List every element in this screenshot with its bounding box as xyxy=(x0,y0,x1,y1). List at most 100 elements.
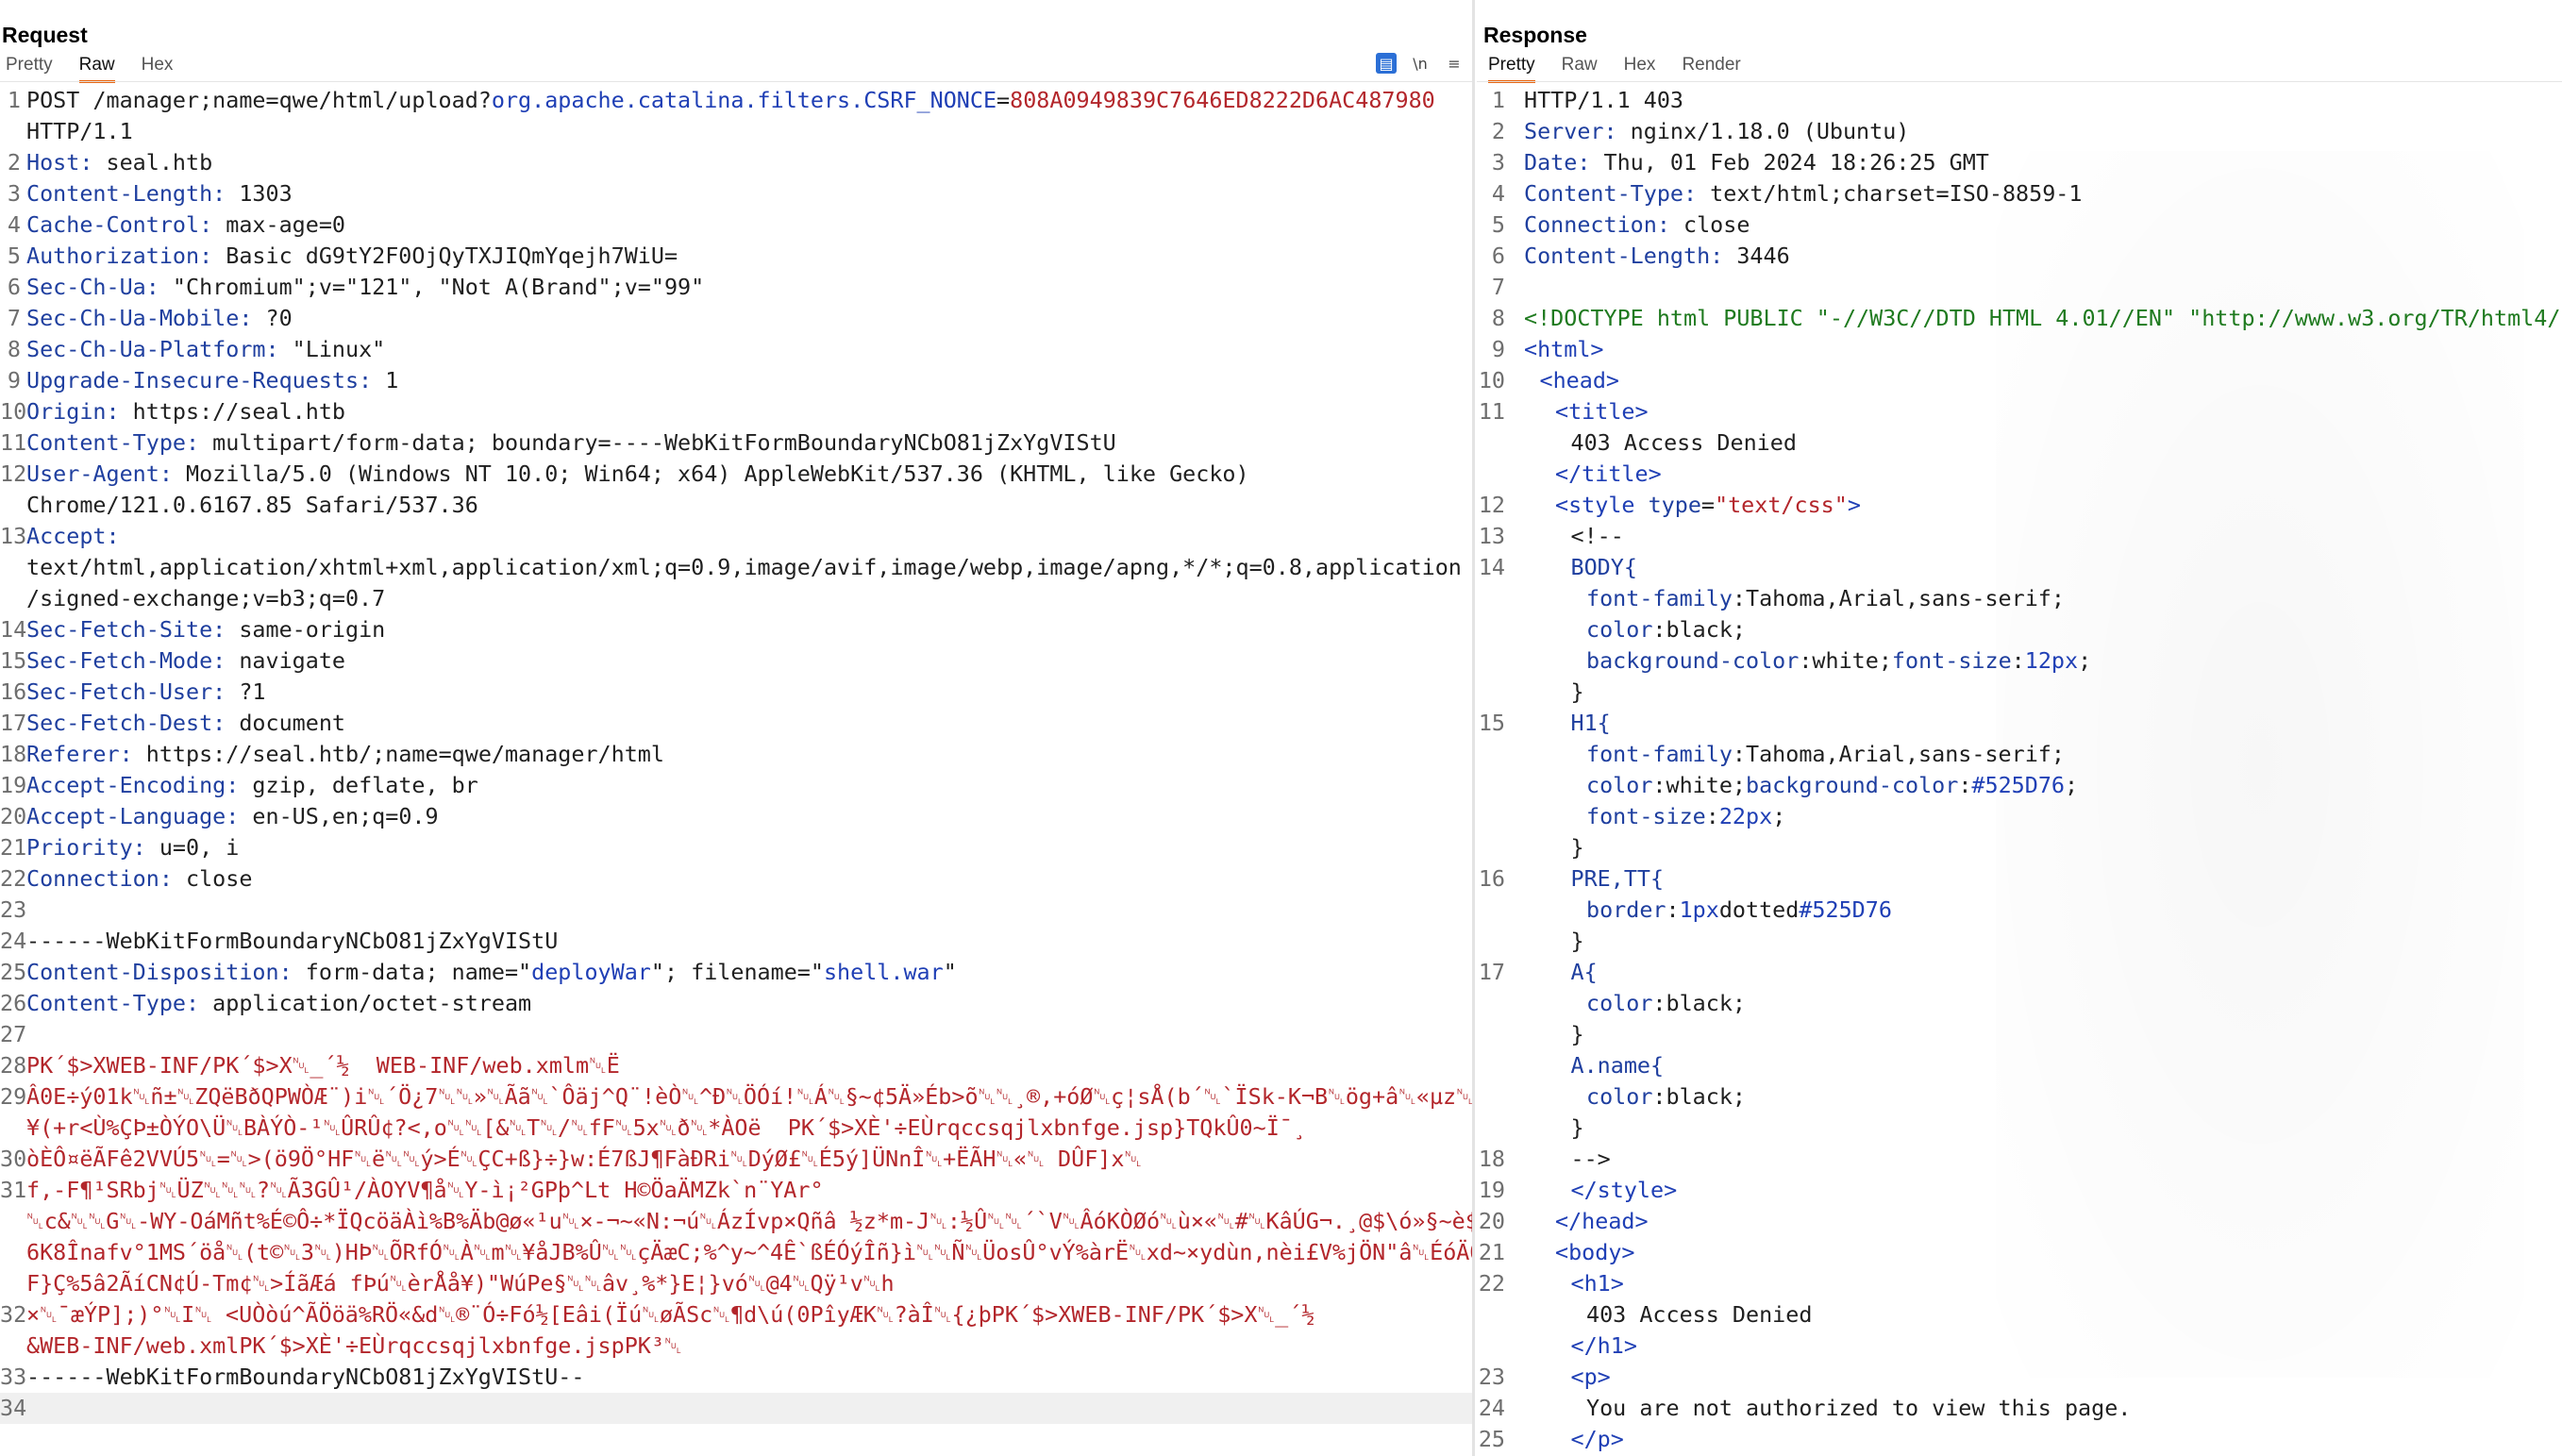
menu-icon[interactable]: ≡ xyxy=(1444,53,1465,74)
line-text: Sec-Fetch-Site: same-origin xyxy=(26,614,385,645)
code-line: 16 Sec-Fetch-User: ?1 xyxy=(0,677,1472,708)
code-line: 19 Accept-Encoding: gzip, deflate, br xyxy=(0,770,1472,801)
line-number: 9 xyxy=(7,367,21,393)
line-text: } xyxy=(1524,1019,1584,1050)
css-property: color xyxy=(1586,772,1653,798)
css-property: color xyxy=(1586,990,1653,1016)
line-number xyxy=(1477,988,1505,1019)
line-number xyxy=(1477,1081,1505,1113)
code-line: font-family:Tahoma,Arial,sans-serif; xyxy=(1477,739,2562,770)
line-number xyxy=(1477,1019,1505,1050)
code-line: 24 ------WebKitFormBoundaryNCbO81jZxYgVIS… xyxy=(0,926,1472,957)
line-text: H1{ xyxy=(1524,708,1611,739)
tab-raw[interactable]: Raw xyxy=(1562,53,1598,83)
line-text: PK´$>XWEB-INF/PK´$>X␀_´½ WEB-INF/web.xml… xyxy=(26,1050,620,1081)
code-line: 18 Referer: https://seal.htb/;name=qwe/ma… xyxy=(0,739,1472,770)
line-text: } xyxy=(1524,926,1584,957)
code-line: } xyxy=(1477,1113,2562,1144)
tab-render[interactable]: Render xyxy=(1682,53,1740,83)
line-text: <style type="text/css"> xyxy=(1524,490,1861,521)
line-value: 403 Access Denied xyxy=(1570,429,1797,456)
line-number: 11 xyxy=(0,429,27,456)
message-actions-icon[interactable]: ▤ xyxy=(1376,53,1397,74)
line-value: ------WebKitFormBoundaryNCbO81jZxYgVIStU xyxy=(26,928,559,954)
code-line: 11 Content-Type: multipart/form-data; bou… xyxy=(0,427,1472,459)
code-line: 21 Priority: u=0, i xyxy=(0,832,1472,863)
newline-toggle-icon[interactable]: \n xyxy=(1410,53,1431,74)
line-number: 26 xyxy=(0,990,27,1016)
code-line: 14 Sec-Fetch-Site: same-origin xyxy=(0,614,1472,645)
header-key: Sec-Fetch-Site: xyxy=(26,616,226,643)
line-text: <!DOCTYPE html PUBLIC "-//W3C//DTD HTML … xyxy=(1524,303,2562,334)
line-number: 2 xyxy=(1491,118,1505,144)
css-value: dotted xyxy=(1718,896,1800,923)
line-text: 403 Access Denied xyxy=(1524,427,1797,459)
tab-pretty[interactable]: Pretty xyxy=(1488,53,1535,83)
line-value: POST /manager;name=qwe/html/upload? xyxy=(26,87,492,113)
line-text: Date: Thu, 01 Feb 2024 18:26:25 GMT xyxy=(1524,147,1989,178)
line-number xyxy=(0,1237,21,1268)
line-value: en-US,en;q=0.9 xyxy=(239,803,439,829)
code-line: 25 Content-Disposition: form-data; name="… xyxy=(0,957,1472,988)
binary-data: PK´$>XWEB-INF/PK´$>X␀_´½ WEB-INF/web.xml… xyxy=(26,1052,620,1079)
line-value: close xyxy=(1669,211,1750,238)
line-text: Content-Type: multipart/form-data; bound… xyxy=(26,427,1116,459)
css-number: 1px xyxy=(1679,896,1719,923)
line-text: Cache-Control: max-age=0 xyxy=(26,209,345,241)
line-text: HTTP/1.1 xyxy=(26,116,133,147)
code-line: 9 <html> xyxy=(1477,334,2562,365)
code-line: 25 </p> xyxy=(1477,1424,2562,1455)
line-text: Content-Type: text/html;charset=ISO-8859… xyxy=(1524,178,2082,209)
code-line: font-family:Tahoma,Arial,sans-serif; xyxy=(1477,583,2562,614)
request-editor[interactable]: 1 POST /manager;name=qwe/html/upload?org.… xyxy=(0,85,1472,1424)
code-line: } xyxy=(1477,1019,2562,1050)
line-number: 21 xyxy=(0,834,27,861)
css-selector: A.name{ xyxy=(1570,1052,1665,1079)
line-value: gzip, deflate, br xyxy=(239,772,478,798)
line-text: Sec-Fetch-User: ?1 xyxy=(26,677,266,708)
line-number: 8 xyxy=(7,336,21,362)
line-value: multipart/form-data; boundary=----WebKit… xyxy=(199,429,1116,456)
tab-raw[interactable]: Raw xyxy=(78,53,115,83)
css-selector: BODY{ xyxy=(1570,554,1637,580)
line-value: 1303 xyxy=(226,180,293,207)
line-value: text/html,application/xhtml+xml,applicat… xyxy=(26,554,1462,580)
line-number: 10 xyxy=(1478,367,1505,393)
css-value: :Tahoma,Arial,sans-serif; xyxy=(1732,741,2065,767)
code-line: } xyxy=(1477,677,2562,708)
tab-hex[interactable]: Hex xyxy=(142,53,174,83)
punct: = xyxy=(1700,492,1716,518)
line-value: "Chromium";v="121", "Not A(Brand";v="99" xyxy=(159,274,705,300)
line-text: ×␀¯æÝP];)°␀I␀ <UÒòú^ÃÖöä%RÖ«&d␀®¨Ó÷Fó½[E… xyxy=(26,1299,1314,1330)
html-tag: <h1> xyxy=(1570,1270,1624,1297)
code-line: 28 PK´$>XWEB-INF/PK´$>X␀_´½ WEB-INF/web.x… xyxy=(0,1050,1472,1081)
pane-splitter[interactable] xyxy=(1472,0,1475,1456)
html-tag: <html> xyxy=(1524,336,1604,362)
line-number xyxy=(1477,645,1505,677)
line-text: ¥(+r<Ù%ÇÞ±ÒÝO\Ü␀BÀÝÒ-¹␀ÛRÛ¢?<,o␀␀[&␀T␀/␀… xyxy=(26,1113,1306,1144)
line-number: 30 xyxy=(0,1146,27,1172)
response-viewer[interactable]: 1 HTTP/1.1 403 2 Server: nginx/1.18.0 (Ubun… xyxy=(1477,85,2562,1455)
line-number: 23 xyxy=(0,896,27,923)
line-value: } xyxy=(1570,928,1584,954)
css-property: font-family xyxy=(1586,585,1733,611)
line-text: Chrome/121.0.6167.85 Safari/537.36 xyxy=(26,490,478,521)
css-selector: PRE,TT{ xyxy=(1570,865,1665,892)
binary-data: &WEB-INF/web.xmlPK´$>XÈ'÷EÙrqccsqjlxbnfg… xyxy=(26,1332,682,1359)
code-line: 11 <title> xyxy=(1477,396,2562,427)
line-number xyxy=(1477,677,1505,708)
line-text: <title> xyxy=(1524,396,1649,427)
line-number xyxy=(0,1330,21,1362)
tab-hex[interactable]: Hex xyxy=(1624,53,1656,83)
header-key: Sec-Ch-Ua-Mobile: xyxy=(26,305,253,331)
css-number: 12px xyxy=(2024,647,2079,674)
tab-pretty[interactable]: Pretty xyxy=(6,53,53,83)
line-value: 1 xyxy=(372,367,399,393)
line-number: 4 xyxy=(1491,180,1505,207)
line-number: 12 xyxy=(1478,492,1505,518)
code-line: 4 Content-Type: text/html;charset=ISO-885… xyxy=(1477,178,2562,209)
line-text: <p> xyxy=(1524,1362,1611,1393)
code-line: &WEB-INF/web.xmlPK´$>XÈ'÷EÙrqccsqjlxbnfg… xyxy=(0,1330,1472,1362)
line-text: f,-F¶¹SRbj␀ÜZ␀␀␀?␀Ã3GÛ¹/ÀOYV¶å␀Y-ì¡²GPþ^… xyxy=(26,1175,824,1206)
line-number xyxy=(1477,614,1505,645)
